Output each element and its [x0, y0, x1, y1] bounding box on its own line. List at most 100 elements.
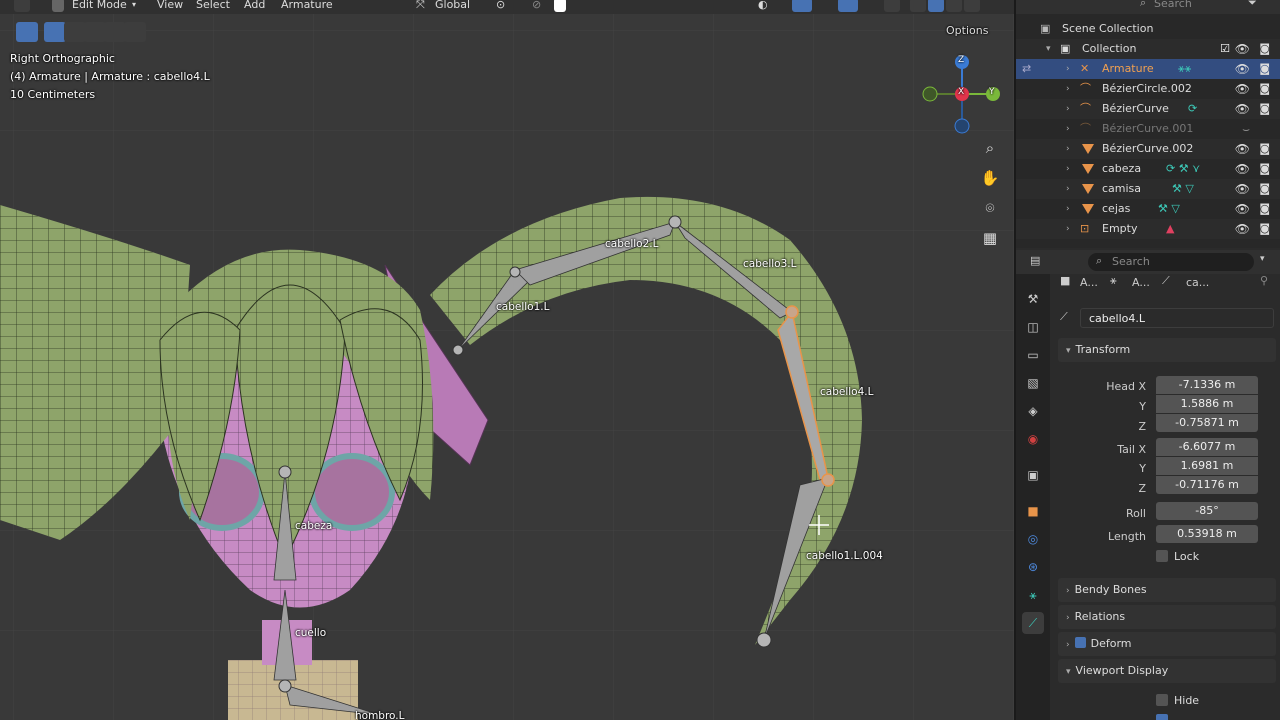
chevron-right-icon[interactable]: › — [1066, 119, 1070, 139]
eye-closed-icon[interactable]: ⌣ — [1242, 119, 1250, 139]
camera-icon[interactable]: ◙ — [1259, 139, 1270, 159]
tail-x-field[interactable]: -6.6077 m — [1156, 438, 1258, 456]
zoom-icon[interactable]: ⌕ — [977, 135, 1003, 161]
chevron-right-icon[interactable]: › — [1066, 59, 1070, 79]
editor-type-icon[interactable] — [14, 0, 30, 12]
xray-icon[interactable] — [884, 0, 900, 12]
chevron-right-icon[interactable]: › — [1066, 179, 1070, 199]
camera-icon[interactable]: ◙ — [1259, 79, 1270, 99]
gizmo-toggle-icon[interactable] — [792, 0, 812, 12]
outliner-item[interactable]: › BézierCurve.002 👁 ◙ — [1016, 139, 1280, 159]
roll-field[interactable]: -85° — [1156, 502, 1258, 520]
panel-viewport-display[interactable]: ▾ Viewport Display — [1058, 659, 1276, 683]
next-checkbox[interactable] — [1156, 714, 1168, 720]
properties-search[interactable]: ⌕ Search — [1088, 253, 1254, 271]
eye-icon[interactable]: 👁 — [1235, 199, 1250, 219]
camera-icon[interactable]: ◙ — [1259, 39, 1270, 59]
visibility-icon[interactable]: ◐ — [758, 0, 768, 13]
panel-deform[interactable]: › Deform — [1058, 632, 1276, 656]
select-mode-subtract-button[interactable] — [84, 22, 106, 42]
outliner-item[interactable]: › ⌒ BézierCurve.001 ⌣ — [1016, 119, 1280, 139]
eye-icon[interactable]: 👁 — [1235, 79, 1250, 99]
camera-icon[interactable]: ◙ — [1259, 159, 1270, 179]
head-y-field[interactable]: 1.5886 m — [1156, 395, 1258, 413]
menu-select[interactable]: Select — [196, 0, 230, 13]
filter-icon[interactable]: ⏷ — [1248, 0, 1257, 10]
shading-rendered-icon[interactable] — [964, 0, 980, 12]
camera-icon[interactable]: ◙ — [1259, 219, 1270, 239]
bone-tab-icon[interactable]: ⟋ — [1022, 612, 1044, 634]
panel-relations[interactable]: › Relations — [1058, 605, 1276, 629]
lock-checkbox[interactable] — [1156, 550, 1168, 562]
pin-icon[interactable]: ⚲ — [1260, 274, 1268, 287]
eye-icon[interactable]: 👁 — [1235, 219, 1250, 239]
3d-viewport[interactable]: Options Right Orthographic (4) Armature … — [0, 14, 1014, 720]
head-x-field[interactable]: -7.1336 m — [1156, 376, 1258, 394]
world-tab-icon[interactable]: ◉ — [1022, 428, 1044, 450]
chevron-right-icon[interactable]: › — [1066, 159, 1070, 179]
deform-checkbox[interactable] — [1074, 637, 1086, 648]
chevron-right-icon[interactable]: › — [1066, 99, 1070, 119]
object-tab-icon[interactable]: ■ — [1022, 500, 1044, 522]
render-tab-icon[interactable]: ◫ — [1022, 316, 1044, 338]
outliner-item[interactable]: › cejas ⚒ ▽ 👁 ◙ — [1016, 199, 1280, 219]
camera-icon[interactable]: ◙ — [1259, 179, 1270, 199]
collection-row[interactable]: ▾ ▣ Collection ☑ 👁 ◙ — [1016, 39, 1280, 59]
select-mode-extend-button[interactable] — [64, 22, 86, 42]
grid-perspective-icon[interactable]: ▦ — [977, 225, 1003, 251]
head-z-field[interactable]: -0.75871 m — [1156, 414, 1258, 432]
editor-type-icon[interactable]: ▤ — [1030, 254, 1040, 267]
scene-collection-row[interactable]: ▣ Scene Collection — [1016, 19, 1280, 39]
outliner-item[interactable]: › ⌒ BézierCurve ⟳ 👁 ◙ — [1016, 99, 1280, 119]
menu-armature[interactable]: Armature — [281, 0, 333, 13]
overlay-toggle-icon[interactable] — [838, 0, 858, 12]
outliner-item[interactable]: › cabeza ⟳ ⚒ ⋎ 👁 ◙ — [1016, 159, 1280, 179]
outliner-item[interactable]: › ⊡ Empty ▲ 👁 ◙ — [1016, 219, 1280, 239]
length-field[interactable]: 0.53918 m — [1156, 525, 1258, 543]
eye-icon[interactable]: 👁 — [1235, 99, 1250, 119]
view-layer-tab-icon[interactable]: ▧ — [1022, 372, 1044, 394]
eye-icon[interactable]: 👁 — [1235, 39, 1250, 59]
hide-checkbox[interactable] — [1156, 694, 1168, 706]
pivot-icon[interactable]: ⊙ — [496, 0, 505, 13]
outliner-item[interactable]: › ⌒ BézierCircle.002 👁 ◙ — [1016, 79, 1280, 99]
shading-wire-icon[interactable] — [910, 0, 926, 12]
select-tool-button[interactable] — [16, 22, 38, 42]
camera-icon[interactable]: ⌾ — [977, 195, 1003, 221]
chevron-right-icon[interactable]: › — [1066, 219, 1070, 239]
snap-icon[interactable]: ⊘ — [532, 0, 541, 13]
constraint-tab-icon[interactable]: ⊛ — [1022, 556, 1044, 578]
menu-add[interactable]: Add — [244, 0, 265, 13]
select-mode-new-button[interactable] — [44, 22, 66, 42]
proportional-icon[interactable] — [554, 0, 566, 12]
panel-transform[interactable]: ▾ Transform — [1058, 338, 1276, 362]
eye-icon[interactable]: 👁 — [1235, 139, 1250, 159]
tail-z-field[interactable]: -0.71176 m — [1156, 476, 1258, 494]
outliner-search[interactable]: Search — [1154, 0, 1192, 10]
scene-tab-icon[interactable]: ◈ — [1022, 400, 1044, 422]
collection-checkbox[interactable]: ☑ — [1220, 39, 1230, 59]
select-mode-intersect-button[interactable] — [124, 22, 146, 42]
tail-y-field[interactable]: 1.6981 m — [1156, 457, 1258, 475]
panel-bendy-bones[interactable]: › Bendy Bones — [1058, 578, 1276, 602]
collection-tab-icon[interactable]: ▣ — [1022, 464, 1044, 486]
select-mode-invert-button[interactable] — [104, 22, 126, 42]
mode-dropdown[interactable]: Edit Mode — [72, 0, 127, 13]
options-dropdown[interactable]: Options — [946, 24, 988, 37]
outliner-item[interactable]: › camisa ⚒ ▽ 👁 ◙ — [1016, 179, 1280, 199]
shading-material-icon[interactable] — [946, 0, 962, 12]
chevron-down-icon[interactable]: ▾ — [1260, 254, 1265, 264]
camera-icon[interactable]: ◙ — [1259, 199, 1270, 219]
eye-icon[interactable]: 👁 — [1235, 59, 1250, 79]
hand-pan-icon[interactable]: ✋ — [977, 165, 1003, 191]
output-tab-icon[interactable]: ▭ — [1022, 344, 1044, 366]
tool-tab-icon[interactable]: ⚒ — [1022, 288, 1044, 310]
armature-data-tab-icon[interactable]: ⚹ — [1022, 584, 1044, 606]
camera-icon[interactable]: ◙ — [1259, 99, 1270, 119]
bone-name-field[interactable]: cabello4.L — [1080, 308, 1274, 328]
menu-view[interactable]: View — [157, 0, 183, 13]
physics-tab-icon[interactable]: ◎ — [1022, 528, 1044, 550]
chevron-right-icon[interactable]: › — [1066, 199, 1070, 219]
eye-icon[interactable]: 👁 — [1235, 159, 1250, 179]
eye-icon[interactable]: 👁 — [1235, 179, 1250, 199]
